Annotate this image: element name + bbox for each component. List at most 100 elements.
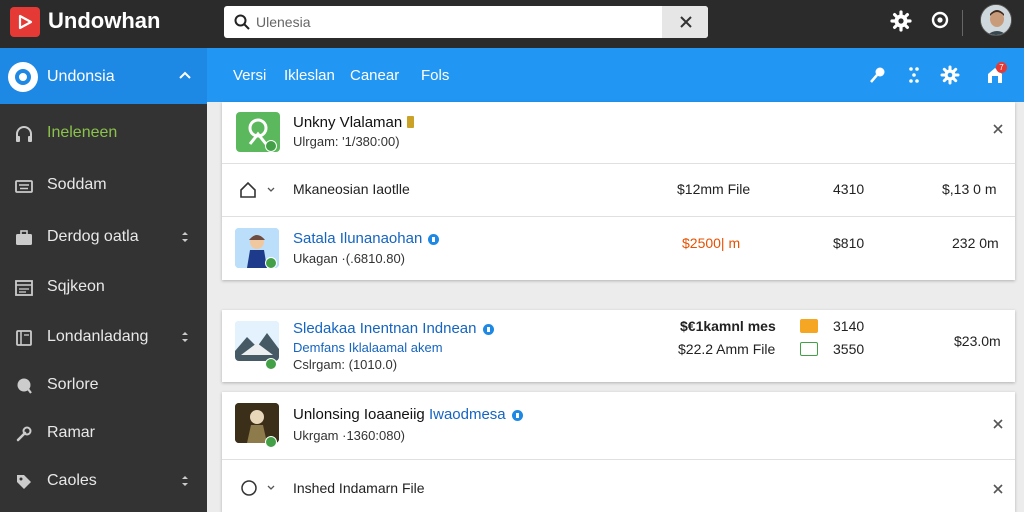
sidebar-item-derdog-oatla[interactable]: Derdog oatla bbox=[0, 214, 207, 262]
table-row[interactable]: Mkaneosian Iaotlle $12mm File 4310 $,13 … bbox=[222, 164, 1015, 217]
nav-link-canear[interactable]: Canear bbox=[350, 67, 399, 84]
sidebar-item-caoles[interactable]: Caoles bbox=[0, 458, 207, 506]
verified-badge-icon bbox=[265, 140, 277, 152]
row-total: 232 0m bbox=[952, 235, 999, 251]
info-icon bbox=[428, 233, 440, 245]
info-icon bbox=[511, 409, 523, 421]
row-count: 4310 bbox=[833, 181, 865, 197]
tag-icon bbox=[17, 475, 31, 489]
list-item[interactable]: Unkny Vlalaman Ulrgam: '1/380:00) bbox=[222, 102, 1015, 164]
chevron-down-icon[interactable] bbox=[267, 187, 275, 193]
green-tag-icon bbox=[800, 342, 818, 356]
home-icon bbox=[240, 181, 256, 198]
row-total: $,13 0 m bbox=[942, 181, 997, 197]
search-bar bbox=[224, 6, 708, 38]
item-link[interactable]: Demfans Iklalaamal akem bbox=[293, 340, 443, 355]
result-card: Sledakaa Inentnan Indnean Demfans Iklala… bbox=[222, 310, 1015, 382]
user-photo bbox=[981, 5, 1011, 35]
play-icon bbox=[18, 14, 33, 30]
headset-icon bbox=[16, 126, 32, 142]
gear-icon[interactable] bbox=[890, 10, 912, 32]
item-subtitle: Ulrgam: '1/380:00) bbox=[293, 134, 400, 149]
row-total: $23.0m bbox=[954, 333, 1001, 349]
close-icon[interactable] bbox=[993, 419, 1003, 429]
app-logo[interactable] bbox=[10, 7, 40, 37]
grid-icon[interactable] bbox=[906, 65, 922, 85]
nav-link-fols[interactable]: Fols bbox=[421, 67, 449, 84]
sidebar-item-label: Derdog oatla bbox=[47, 228, 139, 245]
row-title: Inshed Indamarn File bbox=[293, 480, 425, 496]
item-subtitle: Cslrgam: (1010.0) bbox=[293, 357, 398, 372]
item-title: Sledakaa Inentnan Indnean bbox=[293, 320, 494, 337]
wrench-icon bbox=[16, 426, 32, 442]
search-input[interactable] bbox=[256, 6, 656, 38]
verified-badge-icon bbox=[265, 257, 277, 269]
pin-icon[interactable] bbox=[868, 65, 888, 85]
table-row[interactable]: Inshed Indamarn File bbox=[222, 460, 1015, 512]
close-icon[interactable] bbox=[993, 484, 1003, 494]
sidebar-item-sqjkeon[interactable]: Sqjkeon bbox=[0, 264, 207, 312]
close-icon[interactable] bbox=[993, 124, 1003, 134]
item-subtitle: Ukagan ·(.6810.80) bbox=[293, 251, 406, 266]
item-title: Unlonsing Ioaaneiig Iwaodmesa bbox=[293, 406, 523, 423]
book-icon bbox=[16, 330, 32, 346]
radio-icon[interactable] bbox=[240, 479, 258, 497]
sidebar-item-label: Caoles bbox=[47, 472, 97, 489]
notifications-button[interactable]: 7 bbox=[985, 62, 1007, 86]
keyboard-icon bbox=[15, 180, 33, 193]
nav-link-ikleslan[interactable]: Ikleslan bbox=[284, 67, 335, 84]
list-item[interactable]: Sledakaa Inentnan Indnean Demfans Iklala… bbox=[222, 310, 1015, 382]
row-count: 3550 bbox=[833, 341, 865, 357]
row-price: $12mm File bbox=[677, 181, 751, 197]
app-thumbnail bbox=[235, 321, 279, 361]
sidebar-item-label: Ineleneen bbox=[47, 124, 118, 141]
sort-caret-icon[interactable] bbox=[180, 474, 190, 488]
settings-icon[interactable] bbox=[940, 65, 960, 85]
sidebar-item-sorlore[interactable]: Sorlore bbox=[0, 362, 207, 410]
window-icon bbox=[15, 280, 33, 296]
item-title: Satala Ilunanaohan bbox=[293, 230, 440, 247]
orange-tag-icon bbox=[800, 319, 818, 333]
landscape-image bbox=[235, 321, 279, 361]
target-icon bbox=[8, 62, 38, 92]
toolbar-divider bbox=[962, 10, 963, 36]
clear-search-button[interactable] bbox=[662, 6, 708, 38]
close-icon bbox=[680, 16, 692, 28]
chevron-down-icon[interactable] bbox=[267, 485, 275, 491]
row-title: Mkaneosian Iaotlle bbox=[293, 181, 410, 197]
row-price: $22.2 Amm File bbox=[678, 341, 776, 357]
notification-count-badge: 7 bbox=[996, 62, 1007, 73]
sidebar: Undonsia Ineleneen Soddam Derdog oatla S… bbox=[0, 48, 207, 512]
sort-caret-icon[interactable] bbox=[180, 330, 190, 344]
briefcase-icon bbox=[16, 230, 32, 245]
row-count: $810 bbox=[833, 235, 865, 251]
top-bar: Undowhan bbox=[0, 0, 1024, 48]
verified-badge-icon bbox=[265, 358, 277, 370]
row-count: 3140 bbox=[833, 318, 865, 334]
sidebar-header[interactable]: Undonsia bbox=[0, 48, 207, 104]
avatar[interactable] bbox=[980, 4, 1012, 36]
list-item[interactable]: Unlonsing Ioaaneiig Iwaodmesa Ukrgam ·13… bbox=[222, 392, 1015, 460]
chevron-up-icon[interactable] bbox=[178, 70, 192, 80]
search-circle-icon bbox=[17, 378, 32, 394]
eye-icon[interactable] bbox=[930, 10, 950, 30]
sidebar-item-ramar[interactable]: Ramar bbox=[0, 410, 207, 458]
result-card: Unkny Vlalaman Ulrgam: '1/380:00) Mkaneo… bbox=[222, 102, 1015, 280]
row-price: $2500| m bbox=[682, 235, 741, 251]
sidebar-item-label: Sorlore bbox=[47, 376, 99, 393]
sort-caret-icon[interactable] bbox=[180, 230, 190, 244]
item-subtitle: Ukrgam ·1360:080) bbox=[293, 428, 405, 443]
nav-link-versi[interactable]: Versi bbox=[233, 67, 266, 84]
search-icon bbox=[234, 14, 250, 30]
verified-badge-icon bbox=[265, 436, 277, 448]
item-title: Unkny Vlalaman bbox=[293, 114, 415, 131]
sidebar-item-londanladang[interactable]: Londanladang bbox=[0, 314, 207, 362]
sidebar-item-soddam[interactable]: Soddam bbox=[0, 162, 207, 210]
sidebar-item-label: Ramar bbox=[47, 424, 96, 441]
flag-icon bbox=[407, 116, 415, 128]
row-price-label: $€1kamnl mes bbox=[680, 318, 776, 334]
list-item[interactable]: Satala Ilunanaohan Ukagan ·(.6810.80) $2… bbox=[222, 217, 1015, 280]
sidebar-item-ineleneen[interactable]: Ineleneen bbox=[0, 110, 207, 158]
sidebar-item-label: Sqjkeon bbox=[47, 278, 105, 295]
app-title: Undowhan bbox=[48, 8, 161, 33]
